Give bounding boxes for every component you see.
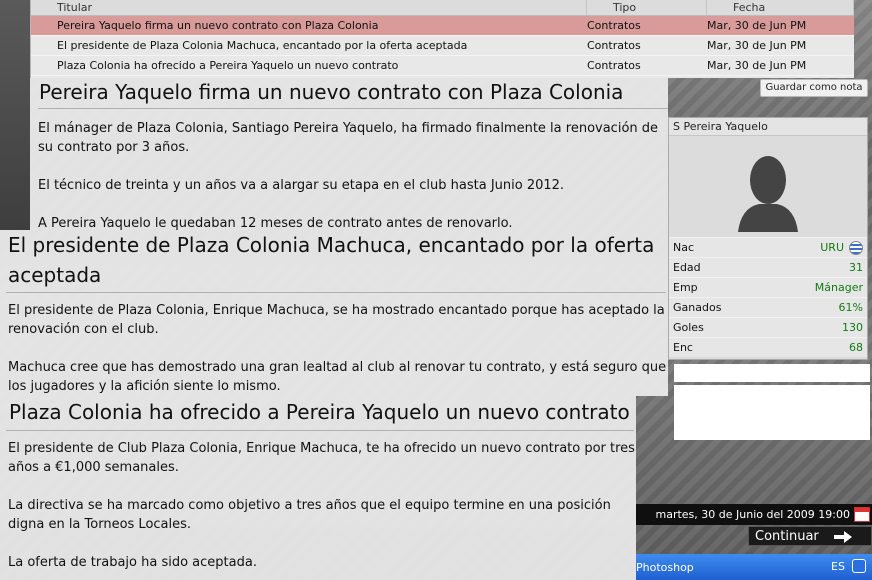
taskbar: Photoshop ES — [636, 554, 872, 580]
row-tipo: Contratos — [587, 39, 641, 52]
stat-value: URU — [820, 240, 844, 254]
arrow-right-icon — [834, 531, 852, 543]
table-row[interactable]: Plaza Colonia ha ofrecido a Pereira Yaqu… — [31, 56, 854, 76]
row-fecha: Mar, 30 de Jun PM — [707, 59, 807, 72]
row-fecha: Mar, 30 de Jun PM — [707, 19, 807, 32]
article-title: El presidente de Plaza Colonia Machuca, … — [8, 233, 655, 287]
continue-label: Continuar — [755, 528, 819, 544]
blank-box — [674, 364, 870, 382]
player-card: S Pereira Yaquelo Nac URU Edad 31 Emp Má… — [668, 117, 868, 360]
news-table: Titular Tipo Fecha Pereira Yaquelo firma… — [30, 0, 854, 78]
stat-value[interactable]: Mánager — [815, 281, 863, 294]
blank-box — [674, 385, 870, 440]
table-header: Titular Tipo Fecha — [31, 0, 854, 16]
row-titular: El presidente de Plaza Colonia Machuca, … — [57, 39, 468, 52]
article-body: El presidente de Club Plaza Colonia, Enr… — [0, 431, 636, 572]
player-silhouette-icon — [738, 156, 798, 232]
article-paragraph: El presidente de Club Plaza Colonia, Enr… — [8, 441, 635, 475]
taskbar-item-photoshop[interactable]: Photoshop — [636, 561, 694, 574]
article-panel: Pereira Yaquelo firma un nuevo contrato … — [30, 78, 668, 233]
stat-label: Edad — [673, 261, 701, 274]
row-titular: Plaza Colonia ha ofrecido a Pereira Yaqu… — [57, 59, 399, 72]
stat-label: Emp — [673, 281, 698, 294]
tray-icon[interactable] — [852, 559, 866, 573]
header-fecha[interactable]: Fecha — [707, 0, 854, 15]
stat-edad: Edad 31 — [669, 257, 867, 277]
row-titular: Pereira Yaquelo firma un nuevo contrato … — [57, 19, 379, 32]
stat-emp: Emp Mánager — [669, 277, 867, 297]
player-name[interactable]: S Pereira Yaquelo — [669, 118, 867, 136]
article-panel: Plaza Colonia ha ofrecido a Pereira Yaqu… — [0, 396, 636, 580]
article-paragraph: Machuca cree que has demostrado una gran… — [8, 360, 667, 394]
stat-nac: Nac URU — [669, 237, 867, 257]
article-body: El presidente de Plaza Colonia, Enrique … — [0, 293, 668, 396]
article-paragraph: El presidente de Plaza Colonia, Enrique … — [8, 303, 665, 337]
row-fecha: Mar, 30 de Jun PM — [707, 39, 807, 52]
continue-button[interactable]: Continuar — [748, 526, 872, 546]
article-paragraph: La oferta de trabajo ha sido aceptada. — [8, 555, 257, 570]
article-body: El mánager de Plaza Colonia, Santiago Pe… — [30, 109, 668, 233]
flag-uruguay-icon — [849, 240, 863, 255]
stat-label: Enc — [673, 341, 693, 354]
table-row[interactable]: El presidente de Plaza Colonia Machuca, … — [31, 36, 854, 56]
article-paragraph: El mánager de Plaza Colonia, Santiago Pe… — [38, 121, 659, 155]
save-as-note-button[interactable]: Guardar como nota — [760, 79, 868, 97]
row-tipo: Contratos — [587, 19, 641, 32]
stat-goles: Goles 130 — [669, 317, 867, 337]
stat-value: 68 — [849, 341, 863, 354]
language-indicator[interactable]: ES — [831, 560, 845, 573]
article-paragraph: La directiva se ha marcado como objetivo… — [8, 498, 611, 532]
stat-value: 130 — [842, 321, 863, 334]
article-title: Pereira Yaquelo firma un nuevo contrato … — [39, 80, 624, 104]
article-paragraph: El técnico de treinta y un años va a ala… — [38, 178, 565, 193]
player-photo — [669, 136, 867, 237]
stat-label: Goles — [673, 321, 704, 334]
table-row[interactable]: Pereira Yaquelo firma un nuevo contrato … — [31, 16, 854, 36]
header-titular[interactable]: Titular — [31, 0, 587, 15]
stat-value: 61% — [838, 301, 863, 314]
background-left-strip — [0, 0, 30, 230]
calendar-icon[interactable] — [854, 507, 870, 522]
stat-value: 31 — [849, 261, 863, 274]
date-bar: martes, 30 de Junio del 2009 19:00 — [636, 504, 872, 525]
row-tipo: Contratos — [587, 59, 641, 72]
stat-label: Ganados — [673, 301, 722, 314]
header-tipo[interactable]: Tipo — [587, 0, 707, 15]
stat-label: Nac — [673, 241, 695, 254]
stat-enc: Enc 68 — [669, 337, 867, 357]
article-panel: El presidente de Plaza Colonia Machuca, … — [0, 230, 668, 396]
article-title: Plaza Colonia ha ofrecido a Pereira Yaqu… — [9, 400, 630, 424]
stat-ganados: Ganados 61% — [669, 297, 867, 317]
current-datetime: martes, 30 de Junio del 2009 19:00 — [655, 508, 851, 521]
